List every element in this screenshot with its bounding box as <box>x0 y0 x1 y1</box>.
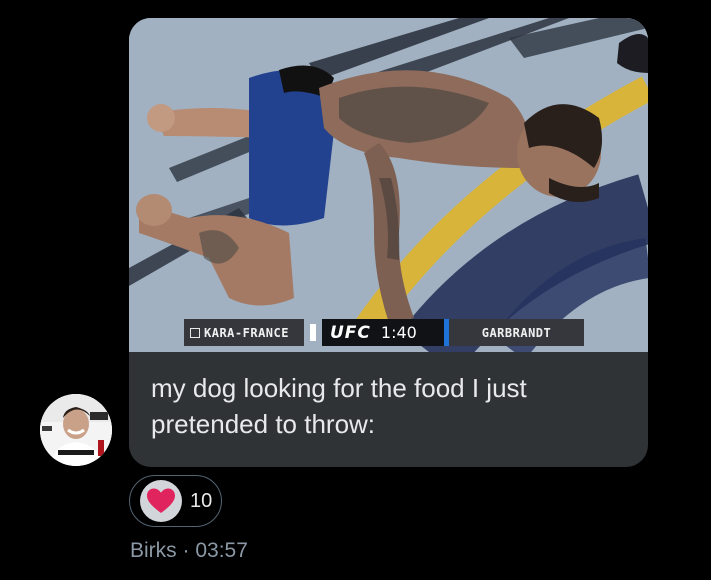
avatar-photo <box>40 394 112 466</box>
sender-avatar[interactable] <box>40 394 112 466</box>
fighter-left-name: KARA-FRANCE <box>204 325 289 340</box>
fight-video-frame <box>129 18 648 352</box>
dm-conversation: KARA-FRANCE UFC 1:40 GARBRANDT my dog lo… <box>0 0 711 580</box>
round-clock: 1:40 <box>380 323 417 342</box>
fighter-right-name: GARBRANDT <box>481 325 552 340</box>
reaction-count: 10 <box>190 489 213 512</box>
message-text: my dog looking for the food I just prete… <box>151 373 527 439</box>
ufc-logo: UFC <box>330 322 371 343</box>
sender-name: Birks <box>130 539 177 562</box>
scoreboard-divider <box>310 324 316 341</box>
meta-separator: · <box>176 539 196 562</box>
message-meta: Birks · 03:57 <box>130 539 248 563</box>
scoreboard-left-fighter: KARA-FRANCE <box>184 319 304 346</box>
flag-icon <box>190 327 200 338</box>
fight-scoreboard: KARA-FRANCE UFC 1:40 GARBRANDT <box>184 319 594 346</box>
message-media-video[interactable]: KARA-FRANCE UFC 1:40 GARBRANDT <box>129 18 648 352</box>
reaction-button[interactable]: 10 <box>129 475 222 527</box>
scoreboard-right-fighter: GARBRANDT <box>449 319 584 346</box>
scoreboard-center: UFC 1:40 <box>322 319 444 346</box>
message-bubble[interactable]: KARA-FRANCE UFC 1:40 GARBRANDT my dog lo… <box>129 18 648 467</box>
reaction-badge <box>140 480 182 522</box>
heart-icon <box>147 488 175 513</box>
message-time: 03:57 <box>195 539 248 562</box>
